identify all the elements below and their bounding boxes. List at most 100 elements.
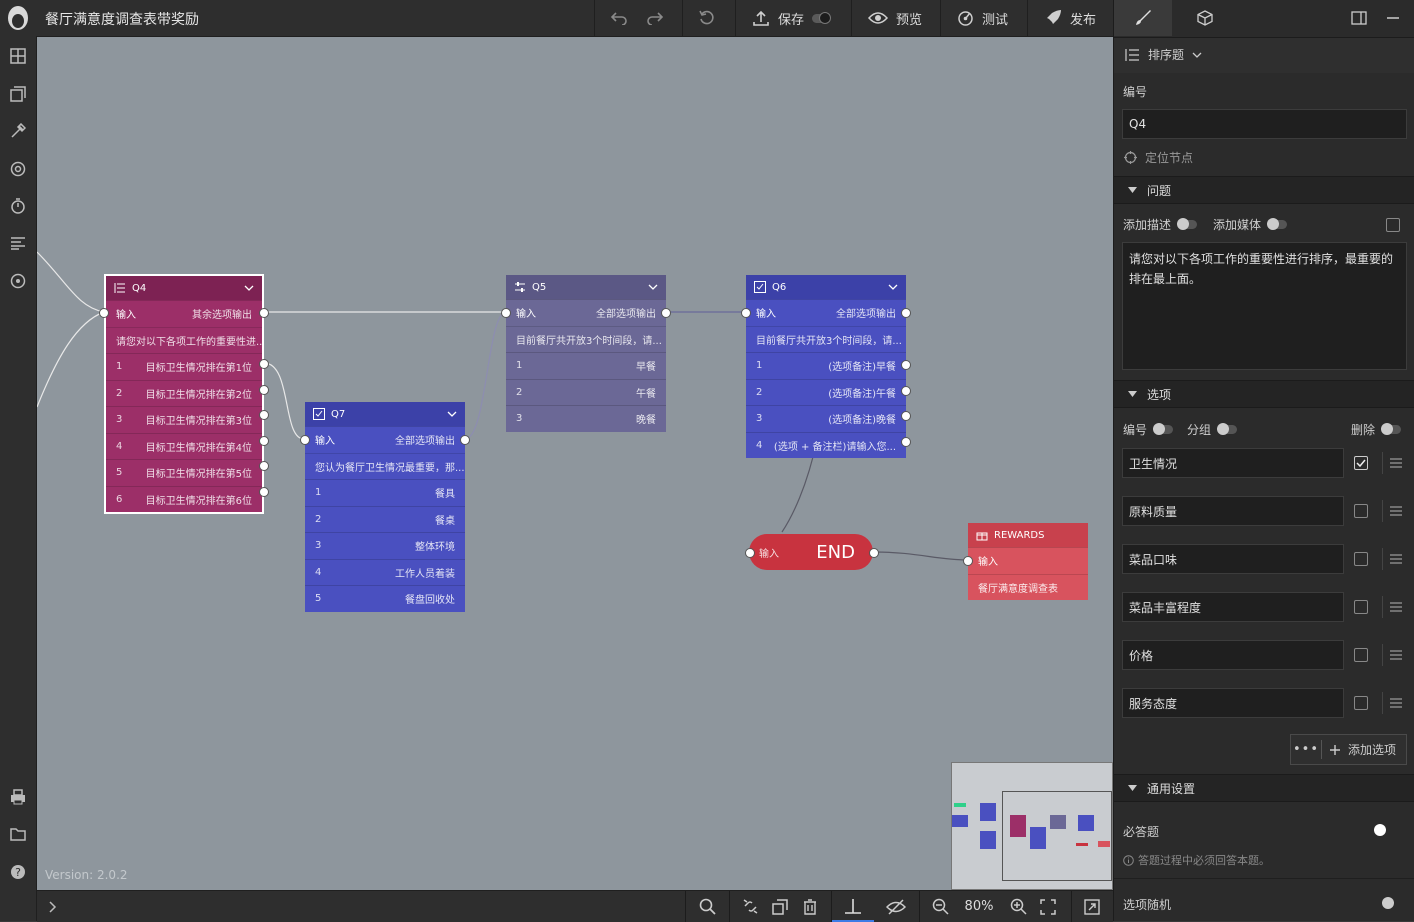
node-q4-output-port[interactable]	[259, 308, 269, 318]
option-input[interactable]: 菜品丰富程度	[1122, 592, 1344, 622]
node-q4-option-port[interactable]	[259, 435, 269, 446]
chevron-down-icon[interactable]	[244, 285, 254, 291]
delete-button[interactable]	[797, 891, 823, 922]
node-q7-option-row[interactable]: 3 整体环境	[305, 532, 465, 559]
node-q6-input-port[interactable]	[741, 308, 751, 318]
toggle-sidebar-button[interactable]	[1348, 0, 1370, 36]
zoom-out-button[interactable]	[927, 891, 953, 922]
option-checkbox[interactable]	[1354, 552, 1368, 566]
print-tool[interactable]	[8, 787, 28, 807]
node-q6-option-port[interactable]	[901, 360, 911, 370]
drag-handle[interactable]	[1382, 644, 1407, 666]
mention-tool[interactable]	[8, 159, 28, 179]
node-q5-output-port[interactable]	[661, 308, 671, 318]
node-q6-option-port[interactable]	[901, 436, 911, 447]
more-options-icon[interactable]: •••	[1291, 742, 1321, 757]
question-type[interactable]: 排序题	[1124, 46, 1202, 63]
add-option-button[interactable]: 添加选项	[1330, 741, 1396, 758]
add-description-toggle[interactable]	[1177, 218, 1198, 230]
option-checkbox[interactable]	[1354, 648, 1368, 662]
timer-tool[interactable]	[8, 196, 28, 216]
node-q4-option-port[interactable]	[259, 359, 269, 369]
folder-tool[interactable]	[8, 824, 28, 844]
node-rewards-input-port[interactable]	[963, 556, 973, 566]
option-input[interactable]: 原料质量	[1122, 496, 1344, 526]
option-group-toggle[interactable]	[1217, 423, 1238, 435]
add-media-toggle[interactable]	[1267, 218, 1288, 230]
toggle-visibility-button[interactable]	[882, 891, 910, 922]
node-q7-option-row[interactable]: 4 工作人员着装	[305, 558, 465, 586]
fullscreen-button[interactable]	[1079, 891, 1105, 922]
preview-button[interactable]: 预览	[868, 0, 922, 36]
node-q5-input-port[interactable]	[501, 308, 511, 318]
node-q4-option-row[interactable]: 5 目标卫生情况排在第5位	[106, 459, 262, 486]
option-number-toggle[interactable]	[1153, 423, 1174, 435]
node-q7-header[interactable]: Q7	[305, 402, 465, 426]
publish-button[interactable]: 发布	[1044, 0, 1096, 36]
redo-button[interactable]	[646, 0, 664, 36]
section-general[interactable]: 通用设置	[1114, 774, 1414, 802]
layout-tool[interactable]	[8, 46, 28, 66]
test-button[interactable]: 测试	[957, 0, 1008, 36]
question-textarea[interactable]: 请您对以下各项工作的重要性进行排序，最重要的排在最上面。	[1122, 242, 1407, 370]
node-q4-option-row[interactable]: 2 目标卫生情况排在第2位	[106, 379, 262, 407]
section-question[interactable]: 问题	[1114, 176, 1414, 204]
node-end[interactable]: 输入 END	[749, 534, 873, 570]
fit-view-button[interactable]	[1035, 891, 1061, 922]
node-q4-option-row[interactable]: 3 目标卫生情况排在第3位	[106, 406, 262, 433]
minimize-panel-button[interactable]	[1382, 0, 1404, 36]
unlink-button[interactable]	[737, 891, 763, 922]
expand-panel-button[interactable]	[41, 891, 65, 922]
node-q5-header[interactable]: Q5	[506, 275, 666, 299]
drag-handle[interactable]	[1382, 596, 1407, 618]
gallery-tool[interactable]	[8, 84, 28, 104]
chevron-down-icon[interactable]	[447, 411, 457, 417]
node-q6-option-port[interactable]	[901, 385, 911, 396]
help-tool[interactable]: ?	[8, 862, 28, 882]
undo-button[interactable]	[610, 0, 628, 36]
option-checkbox[interactable]	[1354, 696, 1368, 710]
node-q4-option-port[interactable]	[259, 461, 269, 471]
node-rewards[interactable]: REWARDS 输入 餐厅满意度调查表	[968, 523, 1088, 600]
node-q7[interactable]: Q7 输入 全部选项输出 您认为餐厅卫生情况最重要，那... 1 餐具 2 餐桌 3 整体环…	[305, 402, 465, 612]
node-q4-option-port[interactable]	[259, 486, 269, 497]
document-title[interactable]: 餐厅满意度调查表带奖励	[45, 9, 199, 29]
node-q7-option-row[interactable]: 5 餐盘回收处	[305, 585, 465, 612]
node-q4-option-row[interactable]: 6 目标卫生情况排在第6位	[106, 485, 262, 513]
align-tool-button[interactable]	[832, 891, 874, 922]
option-delete-toggle[interactable]	[1381, 423, 1402, 435]
node-q7-input-port[interactable]	[300, 435, 310, 445]
save-button[interactable]: 保存	[752, 0, 832, 36]
drag-handle[interactable]	[1382, 548, 1407, 570]
node-q7-option-row[interactable]: 2 餐桌	[305, 505, 465, 533]
option-input[interactable]: 价格	[1122, 640, 1344, 670]
node-q6[interactable]: Q6 输入 全部选项输出 目前餐厅共开放3个时间段，请... 1 (选项备注)早餐 2…	[746, 275, 906, 458]
media-tool[interactable]	[8, 271, 28, 291]
option-input[interactable]: 菜品口味	[1122, 544, 1344, 574]
node-q5-option-row[interactable]: 3 晚餐	[506, 405, 666, 432]
node-q6-header[interactable]: Q6	[746, 275, 906, 299]
drag-handle[interactable]	[1382, 692, 1407, 714]
node-q6-option-port[interactable]	[901, 411, 911, 421]
duplicate-button[interactable]	[767, 891, 793, 922]
id-input[interactable]: Q4	[1122, 109, 1407, 139]
chevron-down-icon[interactable]	[888, 284, 898, 290]
node-q4-header[interactable]: Q4	[106, 276, 262, 300]
node-end-input-port[interactable]	[745, 548, 755, 558]
tab-logic[interactable]	[1176, 0, 1234, 36]
node-q4-option-row[interactable]: 1 目标卫生情况排在第1位	[106, 353, 262, 380]
locate-node-link[interactable]: 定位节点	[1124, 149, 1193, 166]
node-q4-option-row[interactable]: 4 目标卫生情况排在第4位	[106, 432, 262, 460]
drag-handle[interactable]	[1382, 500, 1407, 522]
node-end-output-port[interactable]	[869, 548, 879, 558]
picker-tool[interactable]	[8, 121, 28, 141]
option-checkbox[interactable]	[1354, 600, 1368, 614]
node-q7-option-row[interactable]: 1 餐具	[305, 479, 465, 506]
reset-button[interactable]	[698, 0, 716, 36]
autosave-toggle[interactable]	[812, 11, 832, 24]
search-button[interactable]	[693, 891, 721, 922]
node-q6-option-row[interactable]: 2 (选项备注)午餐	[746, 378, 906, 406]
node-q6-option-row[interactable]: 4 (选项 + 备注栏)请输入您...	[746, 431, 906, 459]
section-options[interactable]: 选项	[1114, 380, 1414, 408]
zoom-in-button[interactable]	[1005, 891, 1031, 922]
